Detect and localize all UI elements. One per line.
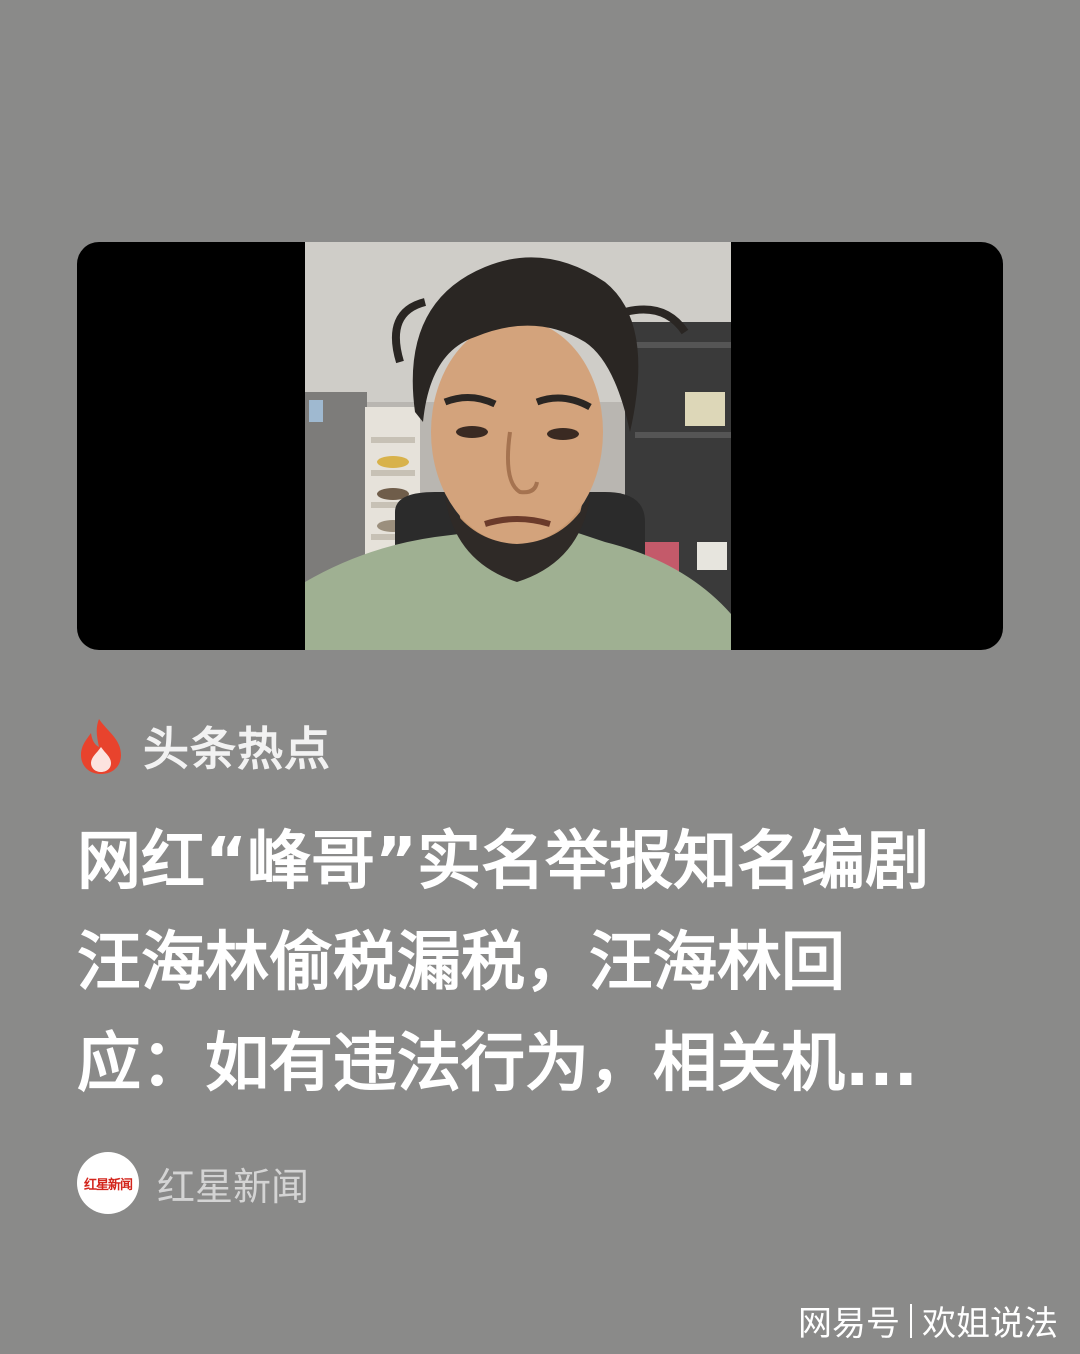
article-headline[interactable]: 网红“峰哥”实名举报知名编剧汪海林偷税漏税，汪海林回应：如有违法行为，相关机..… <box>77 812 957 1115</box>
source-logo-text: 红星新闻 <box>83 1177 133 1193</box>
hot-topics-label: 头条热点 <box>143 722 331 776</box>
watermark-account: 欢姐说法 <box>922 1304 1058 1344</box>
hot-topics-header[interactable]: 头条热点 <box>77 716 331 776</box>
video-frame <box>305 242 731 650</box>
news-card[interactable]: 头条热点 网红“峰哥”实名举报知名编剧汪海林偷税漏税，汪海林回应：如有违法行为，… <box>0 0 1080 1354</box>
source-name: 红星新闻 <box>157 1164 310 1209</box>
watermark-divider <box>910 1303 912 1338</box>
video-thumbnail[interactable] <box>77 242 1003 650</box>
watermark-platform: 网易号 <box>798 1304 900 1344</box>
flame-icon <box>81 719 121 774</box>
watermark: 网易号 欢姐说法 <box>798 1296 1058 1345</box>
source-logo: 红星新闻 <box>77 1152 139 1214</box>
video-frame-image <box>305 242 731 650</box>
source-row[interactable]: 红星新闻 红星新闻 <box>77 1152 309 1214</box>
